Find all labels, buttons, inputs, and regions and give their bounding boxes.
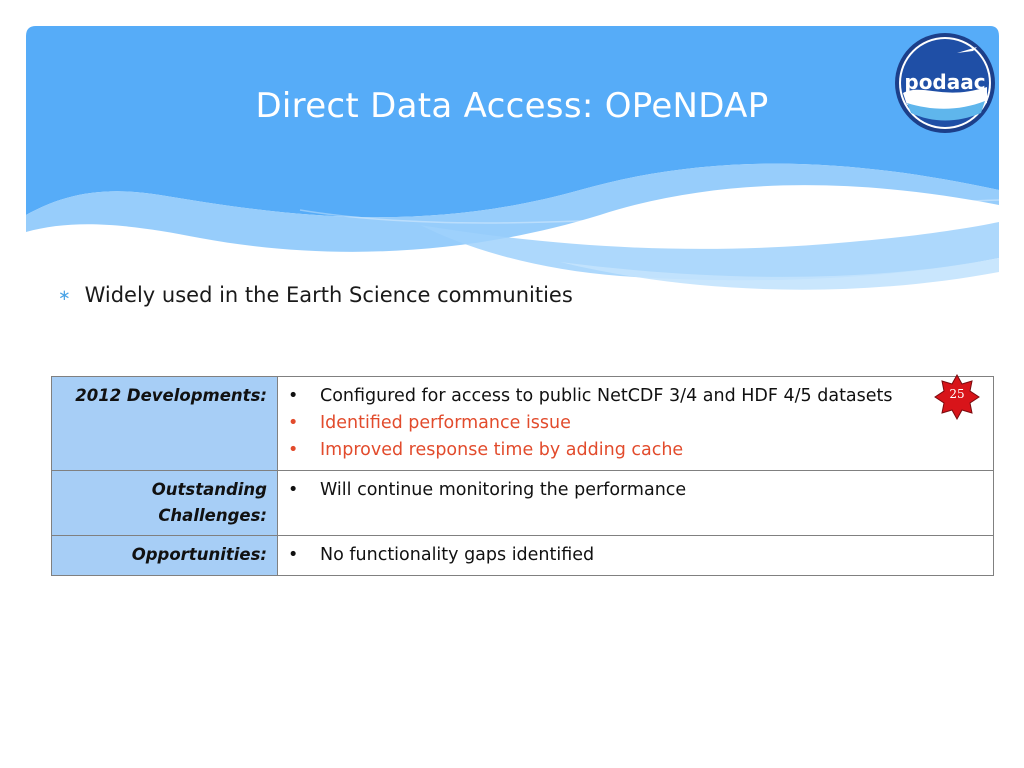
table-row: 2012 Developments: • Configured for acces…	[51, 376, 994, 471]
table-row: Opportunities: • No functionality gaps id…	[51, 535, 994, 576]
bullet-icon: •	[288, 386, 299, 406]
row-content-challenges: • Will continue monitoring the performanc…	[277, 470, 994, 536]
header-banner: Direct Data Access: OPeNDAP podaac	[0, 0, 1024, 300]
list-item: • Improved response time by adding cache	[288, 437, 983, 464]
podaac-logo: podaac	[893, 31, 997, 135]
row-content-developments: • Configured for access to public NetCDF …	[277, 376, 994, 471]
bullet-icon: •	[288, 440, 299, 460]
list-item: • Configured for access to public NetCDF …	[288, 383, 983, 410]
bullet-icon: •	[288, 480, 299, 500]
bullet-icon: •	[288, 545, 299, 565]
list-item: • Identified performance issue	[288, 410, 983, 437]
header-wave-graphic	[26, 26, 1000, 290]
row-label-developments: 2012 Developments:	[51, 376, 278, 471]
status-table: 2012 Developments: • Configured for acces…	[51, 376, 994, 576]
list-item: • Will continue monitoring the performanc…	[288, 477, 983, 504]
page-number-badge: 25	[934, 373, 980, 421]
asterisk-bullet-icon: ∗	[58, 286, 71, 304]
row-label-opportunities: Opportunities:	[51, 535, 278, 576]
slide-bullet-text: Widely used in the Earth Science communi…	[84, 283, 573, 307]
row-content-opportunities: • No functionality gaps identified	[277, 535, 994, 576]
svg-text:podaac: podaac	[904, 70, 985, 94]
page-number: 25	[949, 387, 965, 401]
table-row: Outstanding Challenges: • Will continue mo…	[51, 470, 994, 536]
row-label-challenges: Outstanding Challenges:	[51, 470, 278, 536]
bullet-icon: •	[288, 413, 299, 433]
list-item: • No functionality gaps identified	[288, 542, 983, 569]
slide-bullet: ∗ Widely used in the Earth Science commun…	[58, 283, 573, 307]
slide-title: Direct Data Access: OPeNDAP	[255, 86, 769, 126]
